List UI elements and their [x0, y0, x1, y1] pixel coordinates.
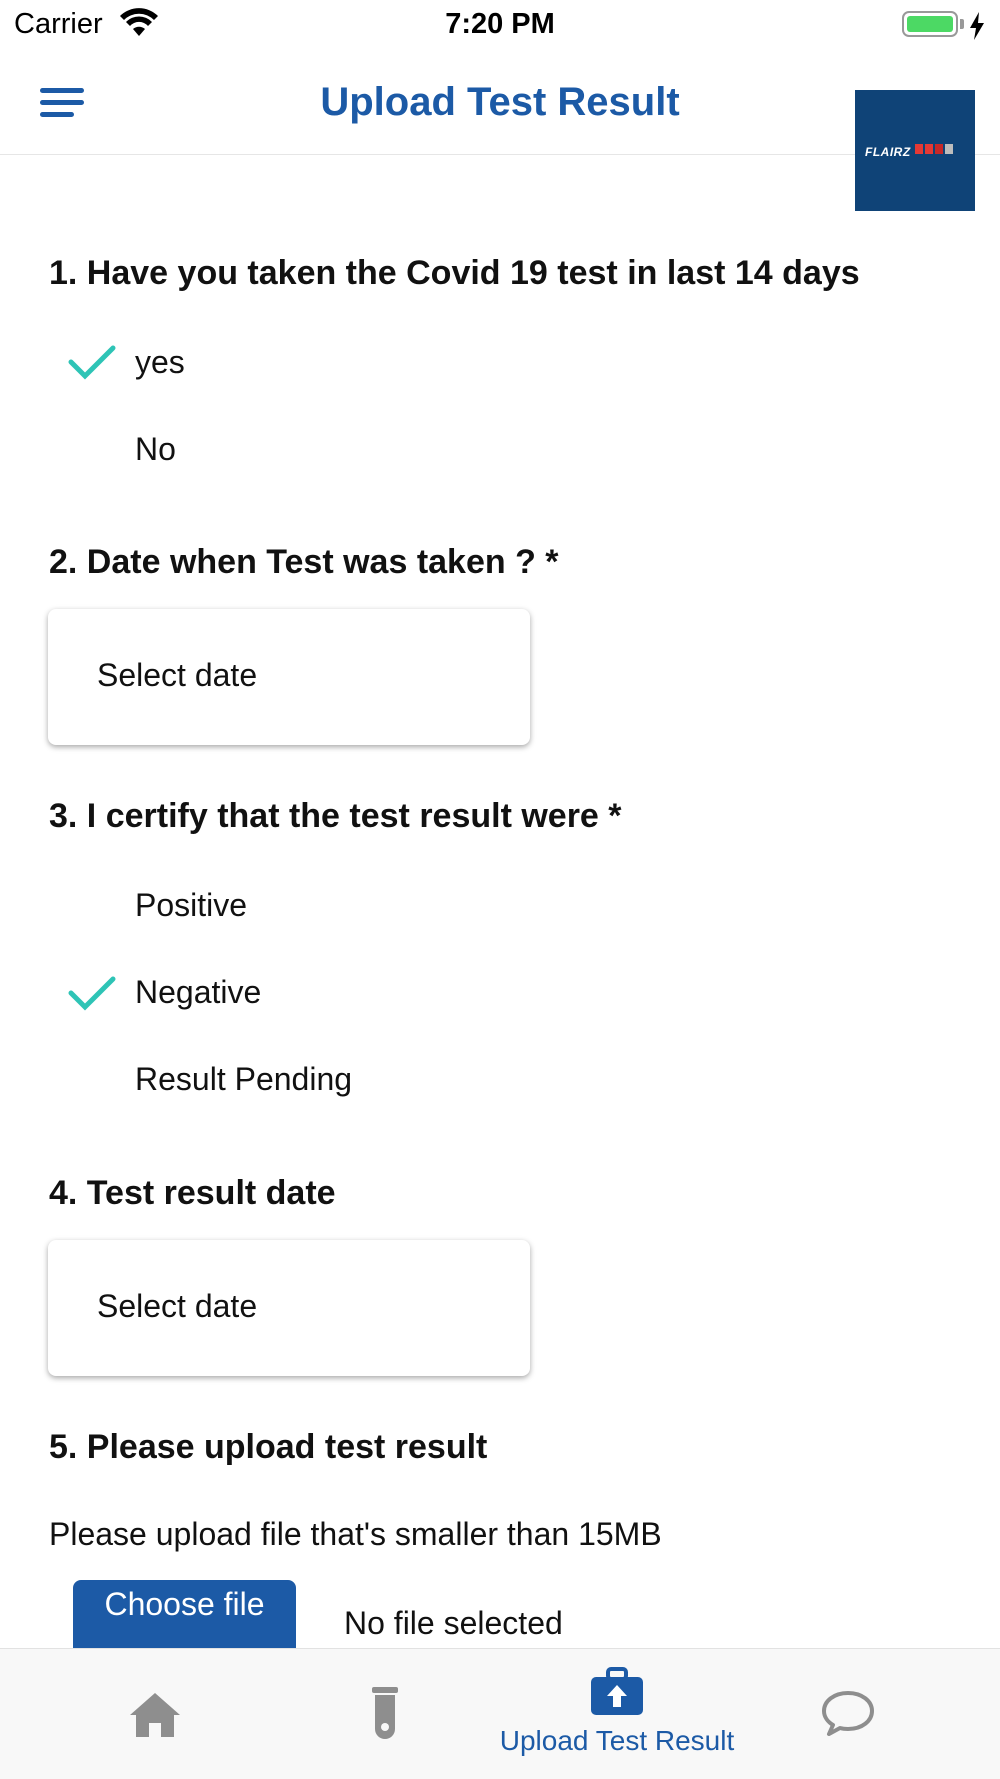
checkmark-icon — [68, 976, 116, 1011]
logo-box — [915, 144, 923, 154]
question-2-label: 2. Date when Test was taken ? * — [49, 543, 559, 581]
test-date-picker[interactable]: Select date — [48, 609, 530, 745]
chat-bubble-icon — [822, 1691, 874, 1736]
page-title: Upload Test Result — [320, 80, 680, 124]
result-date-placeholder: Select date — [97, 1288, 258, 1324]
home-icon — [130, 1693, 180, 1737]
tab-upload-test-result[interactable]: Upload Test Result — [492, 1649, 742, 1779]
option-no[interactable]: No — [135, 431, 176, 468]
tab-test[interactable] — [260, 1649, 510, 1779]
test-tube-icon — [372, 1687, 398, 1739]
battery-level — [907, 16, 953, 32]
question-5-label: 5. Please upload test result — [49, 1428, 488, 1466]
logo-box — [935, 144, 943, 154]
logo-box — [945, 144, 953, 154]
upload-icon — [591, 1667, 643, 1715]
option-negative[interactable]: Negative — [135, 974, 261, 1011]
upload-size-note: Please upload file that's smaller than 1… — [49, 1516, 662, 1552]
logo-text: FLAIRZ — [865, 145, 911, 159]
option-yes[interactable]: yes — [135, 344, 185, 381]
status-bar: Carrier 7:20 PM — [0, 0, 1000, 50]
tab-home[interactable] — [30, 1649, 280, 1779]
result-date-picker[interactable]: Select date — [48, 1240, 530, 1376]
question-3-label: 3. I certify that the test result were * — [49, 797, 622, 835]
charging-icon — [970, 12, 984, 40]
question-1-label: 1. Have you taken the Covid 19 test in l… — [49, 254, 860, 292]
option-result-pending[interactable]: Result Pending — [135, 1061, 352, 1098]
test-date-placeholder: Select date — [97, 657, 258, 693]
file-status: No file selected — [344, 1605, 563, 1641]
question-4-label: 4. Test result date — [49, 1174, 336, 1212]
logo-boxes — [915, 144, 955, 162]
status-time: 7:20 PM — [445, 8, 555, 40]
option-positive[interactable]: Positive — [135, 887, 247, 924]
battery-cap — [960, 19, 964, 29]
logo-box — [925, 144, 933, 154]
tab-chat[interactable] — [722, 1649, 972, 1779]
tab-bar: Upload Test Result — [0, 1648, 1000, 1779]
nav-bar: Upload Test Result FLAIRZ — [0, 50, 1000, 211]
checkmark-icon — [68, 345, 116, 380]
battery-icon — [902, 11, 958, 37]
brand-logo: FLAIRZ — [855, 90, 975, 211]
choose-file-label: Choose file — [104, 1586, 265, 1622]
tab-upload-label: Upload Test Result — [499, 1725, 735, 1756]
